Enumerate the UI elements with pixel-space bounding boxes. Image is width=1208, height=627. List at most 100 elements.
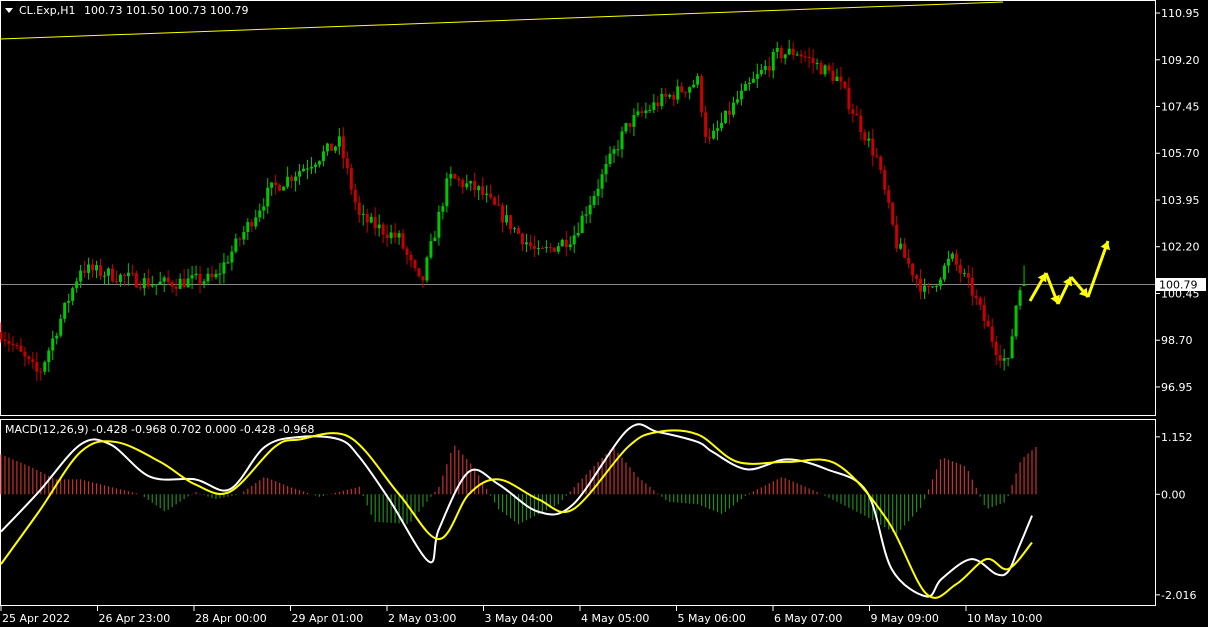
candle-body: [1010, 336, 1014, 359]
candle-body: [361, 213, 365, 215]
candle-body: [576, 233, 580, 236]
candle-body: [357, 202, 361, 215]
price-tick-label: 96.95: [1161, 381, 1193, 394]
candle-body: [851, 109, 855, 114]
candle-body: [373, 216, 377, 229]
candle-body: [771, 51, 775, 71]
candle-body: [660, 93, 664, 107]
candle-body: [369, 216, 373, 223]
candle-body: [290, 176, 294, 181]
candle-body: [524, 242, 528, 245]
candle-body: [612, 149, 616, 154]
candle-body: [640, 111, 644, 113]
candle-body: [819, 62, 823, 75]
candle-body: [950, 253, 954, 259]
candle-body: [441, 206, 445, 212]
candle-body: [55, 335, 59, 339]
candle-body: [751, 78, 755, 83]
candle-body: [226, 262, 230, 264]
candle-body: [445, 178, 449, 207]
candle-body: [696, 76, 700, 85]
candle-body: [302, 168, 306, 172]
candle-body: [656, 102, 660, 107]
candle-body: [71, 288, 75, 301]
candle-body: [1014, 305, 1018, 337]
candle-body: [365, 213, 369, 223]
candle-body: [815, 62, 819, 64]
candle-body: [51, 338, 55, 351]
candle-body: [381, 224, 385, 235]
candle-body: [95, 265, 99, 271]
candle-body: [413, 260, 417, 269]
candle-body: [67, 300, 71, 303]
candle-body: [552, 247, 556, 252]
candle-body: [584, 214, 588, 216]
candle-body: [317, 161, 321, 165]
current-price-text: 100.79: [1159, 279, 1198, 292]
candle-body: [214, 273, 218, 278]
candle-body: [807, 57, 811, 59]
candle-body: [349, 168, 353, 190]
candle-body: [990, 326, 994, 342]
candle-body: [652, 102, 656, 110]
candle-body: [166, 277, 170, 283]
price-tick-label: 103.95: [1161, 194, 1200, 207]
candle-body: [262, 206, 266, 211]
candle-body: [692, 84, 696, 88]
candle-body: [118, 274, 122, 282]
candle-body: [847, 87, 851, 110]
candle-body: [720, 122, 724, 129]
candle-body: [39, 371, 43, 373]
candle-body: [282, 186, 286, 191]
candle-body: [254, 217, 258, 227]
candle-body: [668, 95, 672, 97]
candle-body: [202, 281, 206, 284]
candle-body: [497, 204, 501, 206]
candle-body: [47, 350, 51, 363]
candle-body: [91, 264, 95, 271]
time-tick-label: 3 May 04:00: [485, 612, 553, 625]
candle-body: [680, 86, 684, 92]
candle-body: [775, 47, 779, 52]
candle-body: [891, 202, 895, 225]
candle-body: [887, 189, 891, 203]
candle-body: [242, 231, 246, 240]
candle-body: [672, 95, 676, 100]
candle-body: [433, 237, 437, 242]
candle-body: [688, 87, 692, 93]
candle-body: [600, 174, 604, 189]
candle-body: [755, 74, 759, 79]
candle-body: [592, 195, 596, 206]
candle-body: [473, 181, 477, 191]
candle-body: [938, 279, 942, 286]
candle-body: [43, 362, 47, 372]
candle-body: [823, 65, 827, 75]
candle-body: [560, 239, 564, 247]
candle-body: [783, 54, 787, 59]
candle-body: [477, 186, 481, 191]
candle-body: [63, 302, 67, 319]
candle-body: [1018, 290, 1022, 306]
candle-body: [250, 222, 254, 227]
candle-body: [644, 110, 648, 113]
candle-body: [114, 281, 118, 283]
candle-body: [548, 247, 552, 249]
candle-body: [735, 99, 739, 103]
candle-body: [739, 90, 743, 100]
candle-body: [879, 156, 883, 170]
candle-body: [234, 238, 238, 252]
time-tick-label: 2 May 03:00: [388, 612, 456, 625]
candle-body: [835, 76, 839, 82]
candle-body: [274, 182, 278, 186]
candle-body: [146, 278, 150, 287]
candle-body: [27, 356, 31, 360]
candle-body: [1002, 358, 1006, 361]
candle-body: [270, 182, 274, 188]
macd-tick-label: 0.00: [1161, 488, 1186, 501]
candle-body: [747, 82, 751, 85]
candle-body: [337, 136, 341, 147]
candle-body: [421, 276, 425, 281]
candle-body: [791, 48, 795, 56]
chart-canvas[interactable]: 110.95 109.20 107.45 105.70 103.95 102.20 100.…: [0, 0, 1208, 627]
candle-body: [405, 248, 409, 255]
